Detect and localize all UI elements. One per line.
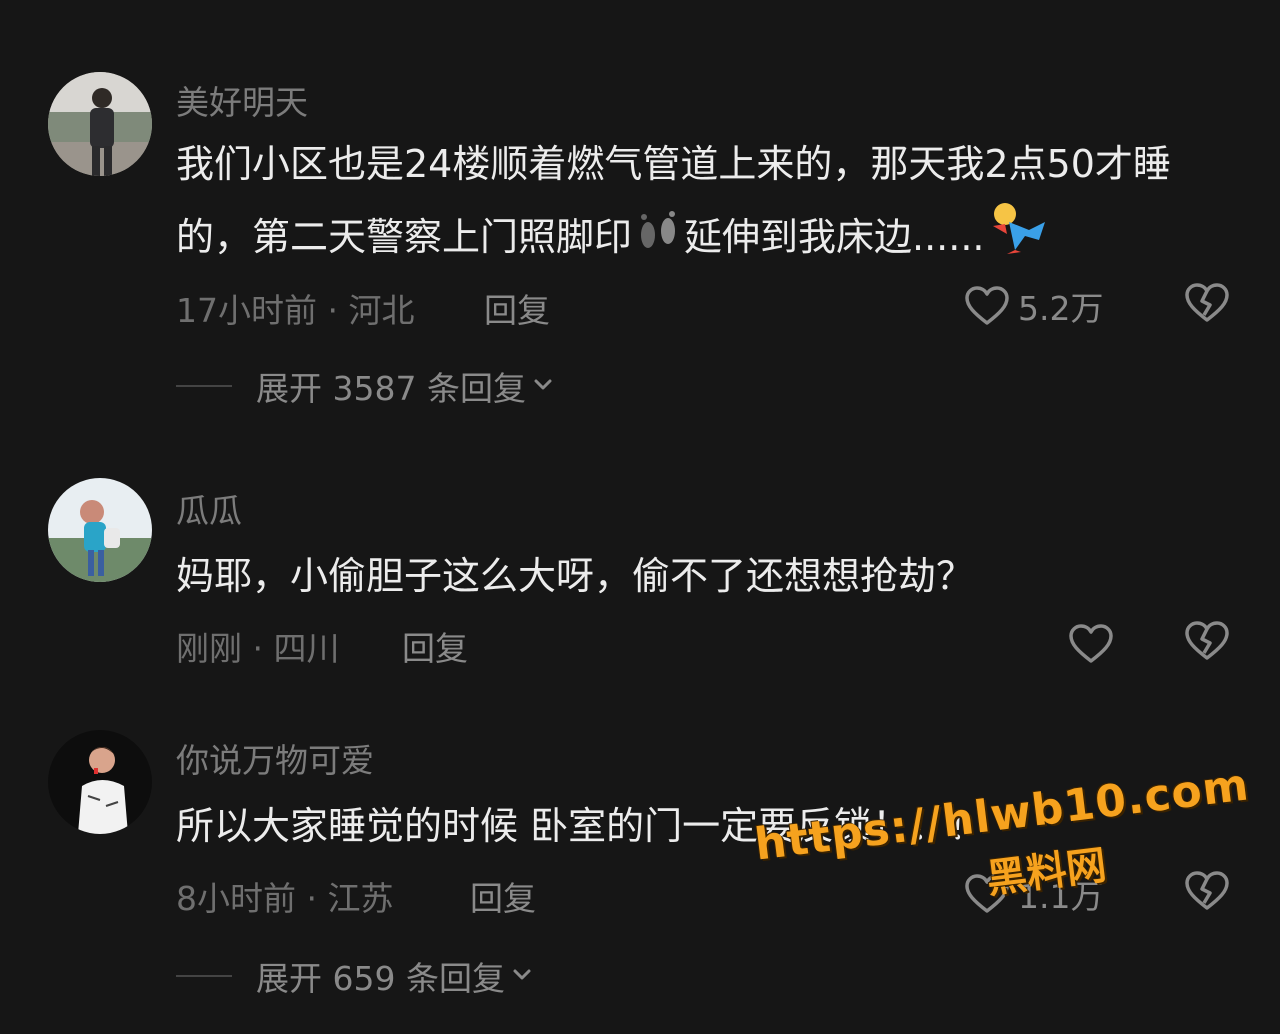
heart-outline-icon (964, 285, 1010, 327)
dislike-button[interactable] (1184, 870, 1232, 918)
broken-heart-icon (1184, 282, 1232, 324)
like-count: 5.2万 (1018, 289, 1104, 328)
comment-meta: 17小时前 · 河北 (176, 291, 415, 330)
like-button[interactable]: 5.2万 (964, 282, 1103, 330)
divider (176, 975, 232, 977)
like-button[interactable]: 1.1万 (964, 870, 1103, 918)
reply-button[interactable]: 回复 (470, 872, 536, 920)
reply-button[interactable]: 回复 (484, 284, 550, 332)
comment-text: 所以大家睡觉的时候 卧室的门一定要反锁！！！ (176, 804, 987, 848)
comment-meta: 刚刚 · 四川 (176, 629, 340, 668)
chevron-down-icon (526, 373, 554, 399)
heart-outline-icon (964, 873, 1010, 915)
like-button[interactable] (1068, 620, 1114, 668)
dislike-button[interactable] (1184, 620, 1232, 668)
comment-meta: 8小时前 · 江苏 (176, 879, 394, 918)
broken-heart-icon (1184, 620, 1232, 662)
comment-username[interactable]: 你说万物可爱 (176, 734, 374, 782)
comment-text-part: 延伸到我床边...... (684, 215, 985, 259)
expand-replies[interactable]: 展开 659 条回复 (176, 952, 533, 1000)
avatar[interactable] (48, 478, 152, 582)
divider (176, 385, 232, 387)
heart-outline-icon (1068, 623, 1114, 665)
expand-replies[interactable]: 展开 3587 条回复 (176, 362, 554, 410)
avatar[interactable] (48, 72, 152, 176)
chevron-down-icon (505, 963, 533, 989)
avatar[interactable] (48, 730, 152, 834)
reply-button[interactable]: 回复 (402, 622, 468, 670)
avatar-photo (48, 478, 152, 582)
footprints-emoji (632, 204, 684, 276)
comment-text: 妈耶，小偷胆子这么大呀，偷不了还想想抢劫？ (176, 554, 975, 598)
comment-username[interactable]: 美好明天 (176, 76, 308, 124)
broken-heart-icon (1184, 870, 1232, 912)
falling-person-emoji (985, 200, 1049, 279)
avatar-photo (48, 72, 152, 176)
comment-text: 我们小区也是24楼顺着燃气管道上来的，那天我2点50才睡的，第二天警察上门照脚印… (176, 128, 1236, 279)
dislike-button[interactable] (1184, 282, 1232, 330)
avatar-photo (48, 730, 152, 834)
like-count: 1.1万 (1018, 877, 1104, 916)
expand-replies-label: 展开 659 条回复 (256, 959, 505, 998)
comment-username[interactable]: 瓜瓜 (176, 484, 242, 532)
expand-replies-label: 展开 3587 条回复 (256, 369, 526, 408)
